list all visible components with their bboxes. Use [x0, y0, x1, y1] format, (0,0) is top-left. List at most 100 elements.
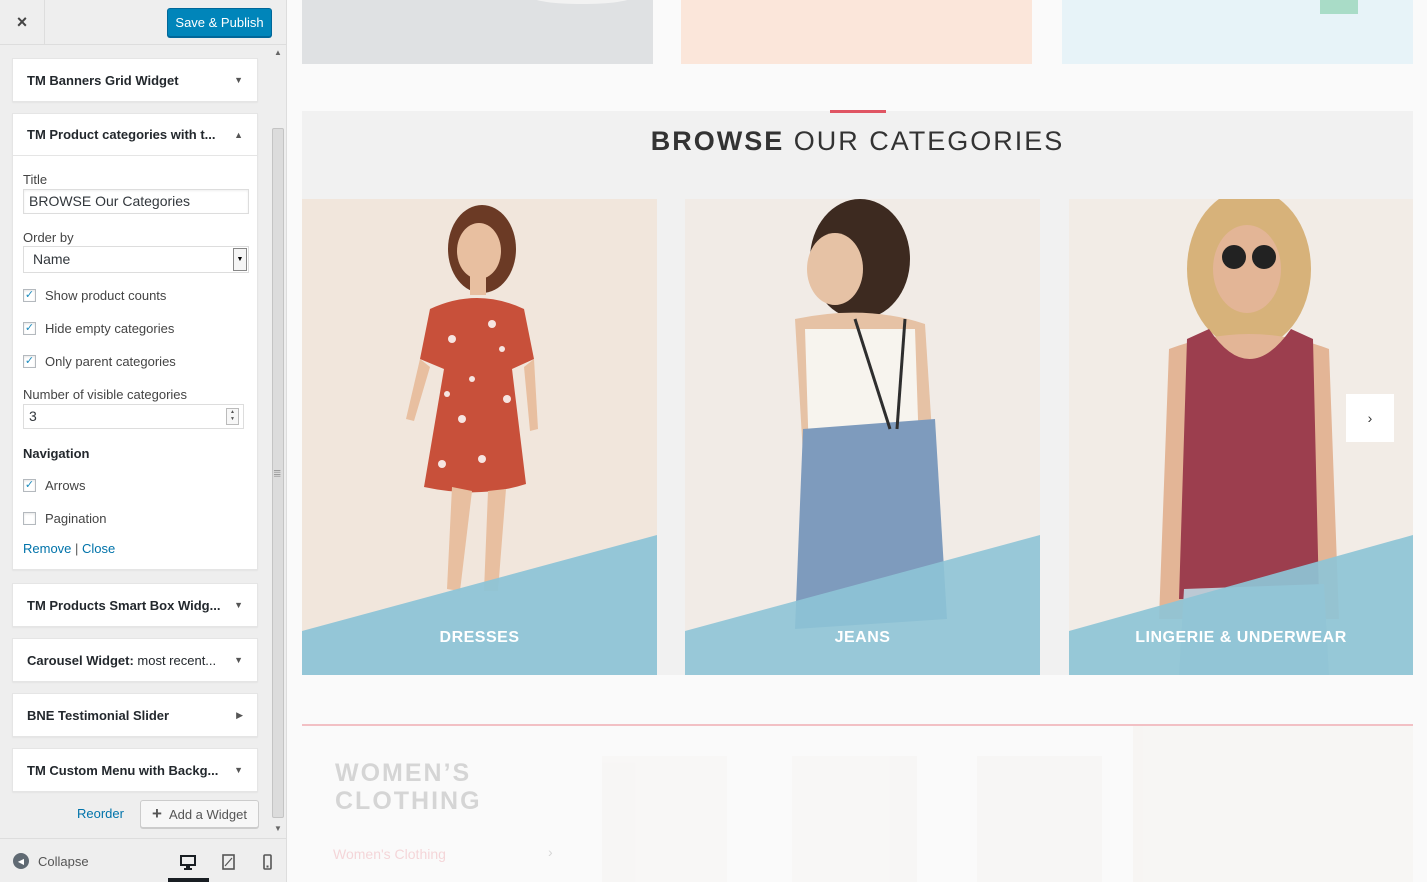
navigation-heading: Navigation	[23, 446, 90, 461]
link-separator: |	[71, 541, 83, 556]
widget-title: TM Product categories with t...	[27, 127, 216, 142]
mobile-icon[interactable]	[258, 853, 276, 871]
desktop-icon[interactable]	[179, 853, 197, 871]
plus-icon: +	[152, 804, 162, 823]
banner-decoration	[532, 0, 632, 4]
pagination-label: Pagination	[45, 511, 107, 526]
only-parent-checkbox[interactable]: ✓	[23, 355, 36, 368]
category-card-dresses[interactable]: DRESSES	[302, 199, 657, 675]
reorder-link[interactable]: Reorder	[77, 806, 124, 821]
category-label[interactable]: LINGERIE & UNDERWEAR	[1069, 629, 1413, 647]
widget-testimonial-slider[interactable]: BNE Testimonial Slider ▶	[12, 693, 258, 737]
customizer-header: × Save & Publish	[0, 0, 286, 45]
widget-header[interactable]: TM Products Smart Box Widg... ▼	[13, 584, 257, 626]
widget-title: TM Products Smart Box Widg...	[27, 597, 221, 613]
hide-empty-option[interactable]: ✓ Hide empty categories	[23, 321, 174, 336]
title-label: Title	[23, 172, 48, 187]
site-preview: BROWSE OUR CATEGORIES DRESSES JEANS LING…	[287, 0, 1427, 882]
caret-down-icon[interactable]: ▼	[234, 655, 243, 665]
banner-image[interactable]	[1062, 0, 1413, 64]
tablet-icon[interactable]	[219, 853, 237, 871]
add-widget-label: Add a Widget	[168, 806, 247, 822]
save-publish-button[interactable]: Save & Publish	[167, 8, 272, 37]
section-title-strong: BROWSE	[650, 126, 785, 156]
chevron-right-icon: ›	[1367, 410, 1373, 426]
chevron-right-icon[interactable]: ›	[548, 844, 553, 860]
product-thumbnail[interactable]	[602, 756, 727, 882]
grip-icon: ═ ═	[274, 466, 281, 480]
womens-heading-line-2: CLOTHING	[335, 787, 482, 815]
scrollbar-thumb[interactable]: ═ ═	[272, 128, 284, 818]
close-icon: ×	[16, 12, 28, 32]
caret-down-icon[interactable]: ▼	[234, 75, 243, 85]
customizer-footer: ◀ Collapse	[0, 838, 286, 882]
caret-down-icon[interactable]: ▼	[234, 765, 243, 775]
title-accent-line	[830, 110, 886, 113]
widget-product-categories: TM Product categories with t... ▲ Title …	[12, 113, 258, 570]
order-by-label: Order by	[23, 230, 74, 245]
section-title: BROWSE OUR CATEGORIES	[302, 126, 1413, 157]
remove-link[interactable]: Remove	[23, 541, 71, 556]
hide-empty-checkbox[interactable]: ✓	[23, 322, 36, 335]
widget-header[interactable]: Carousel Widget: most recent... ▼	[13, 639, 257, 681]
show-counts-label: Show product counts	[45, 288, 167, 303]
widget-custom-menu[interactable]: TM Custom Menu with Backg... ▼	[12, 748, 258, 792]
only-parent-label: Only parent categories	[45, 354, 176, 369]
widget-control-links: Remove | Close	[23, 541, 115, 556]
only-parent-option[interactable]: ✓ Only parent categories	[23, 354, 176, 369]
banner-image[interactable]	[681, 0, 1032, 64]
widget-header[interactable]: TM Banners Grid Widget ▼	[13, 59, 257, 101]
caret-up-icon[interactable]: ▲	[234, 130, 243, 140]
widget-header[interactable]: TM Product categories with t... ▲	[13, 114, 257, 156]
widget-products-smart-box[interactable]: TM Products Smart Box Widg... ▼	[12, 583, 258, 627]
widget-banners-grid[interactable]: TM Banners Grid Widget ▼	[12, 58, 258, 102]
promo-model-image[interactable]	[1133, 726, 1413, 882]
caret-down-icon[interactable]: ▼	[234, 600, 243, 610]
category-overlay	[685, 535, 1040, 675]
womens-clothing-section: WOMEN’S CLOTHING Women's Clothing ›	[302, 726, 1413, 882]
caret-right-icon[interactable]: ▶	[236, 710, 243, 721]
sidebar-scrollbar[interactable]: ▲ ═ ═ ▼	[270, 46, 286, 838]
product-thumbnail[interactable]	[977, 756, 1102, 882]
carousel-next-button[interactable]: ›	[1346, 394, 1394, 442]
widget-title-sub: most recent...	[133, 652, 217, 668]
collapse-button[interactable]: Collapse	[38, 854, 89, 869]
category-overlay	[302, 535, 657, 675]
product-thumbnail[interactable]	[792, 756, 917, 882]
order-by-value: Name	[33, 251, 71, 267]
arrows-option[interactable]: ✓ Arrows	[23, 478, 85, 493]
close-link[interactable]: Close	[82, 541, 115, 556]
number-spinner[interactable]: ▲ ▼	[226, 408, 239, 425]
banner-image[interactable]	[302, 0, 653, 64]
show-counts-option[interactable]: ✓ Show product counts	[23, 288, 166, 303]
category-label[interactable]: JEANS	[685, 629, 1040, 647]
hide-empty-label: Hide empty categories	[45, 321, 175, 336]
womens-heading: WOMEN’S CLOTHING	[335, 759, 482, 815]
add-widget-button[interactable]: + Add a Widget	[140, 800, 259, 828]
widgets-panel: TM Banners Grid Widget ▼ TM Product cate…	[0, 46, 286, 838]
category-card-jeans[interactable]: JEANS	[685, 199, 1040, 675]
widget-title-main: Carousel Widget:	[27, 652, 134, 668]
collapse-icon[interactable]: ◀	[13, 853, 29, 869]
visible-categories-input[interactable]: 3 ▲ ▼	[23, 404, 244, 429]
order-by-select[interactable]: Name ▼	[23, 246, 249, 273]
show-counts-checkbox[interactable]: ✓	[23, 289, 36, 302]
category-label[interactable]: DRESSES	[302, 629, 657, 647]
dropdown-arrow-icon[interactable]: ▼	[233, 248, 247, 271]
title-input[interactable]: BROWSE Our Categories	[23, 189, 249, 214]
visible-categories-value: 3	[29, 408, 37, 424]
womens-heading-line-1: WOMEN’S	[335, 759, 472, 787]
widget-header[interactable]: BNE Testimonial Slider ▶	[13, 694, 257, 736]
widget-carousel[interactable]: Carousel Widget: most recent... ▼	[12, 638, 258, 682]
womens-clothing-link[interactable]: Women's Clothing	[333, 846, 446, 862]
widget-header[interactable]: TM Custom Menu with Backg... ▼	[13, 749, 257, 791]
close-customizer-button[interactable]: ×	[0, 0, 45, 45]
banner-decoration	[1320, 0, 1358, 14]
scroll-down-arrow-icon[interactable]: ▼	[274, 824, 282, 833]
scroll-up-arrow-icon[interactable]: ▲	[274, 48, 282, 57]
pagination-checkbox[interactable]	[23, 512, 36, 525]
active-device-indicator	[168, 878, 209, 882]
pagination-option[interactable]: Pagination	[23, 511, 106, 526]
arrows-checkbox[interactable]: ✓	[23, 479, 36, 492]
visible-categories-label: Number of visible categories	[23, 387, 188, 402]
